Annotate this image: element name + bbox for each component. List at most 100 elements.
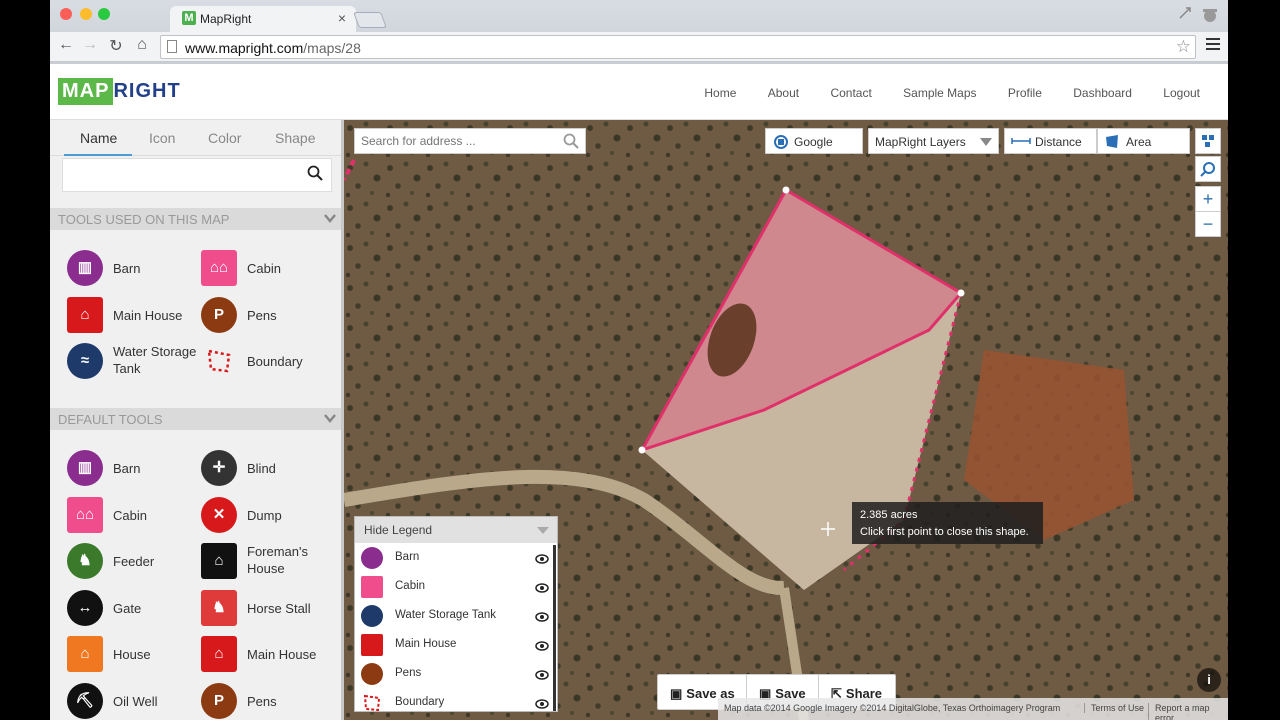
browser-menu-icon[interactable] (1206, 38, 1220, 52)
tool-dump[interactable]: ✕ Dump (201, 495, 341, 535)
address-search-input[interactable] (355, 129, 555, 153)
tool-label: Blind (247, 461, 276, 476)
blind-icon: ✛ (201, 450, 237, 486)
cabin-icon (361, 576, 383, 598)
nav-dashboard[interactable]: Dashboard (1073, 86, 1132, 100)
area-tool-button[interactable]: Area (1097, 128, 1190, 154)
tool-boundary[interactable]: Boundary (201, 341, 341, 381)
tool-label: Oil Well (113, 693, 158, 709)
legend-item: Cabin (355, 572, 557, 601)
zoom-search-button[interactable] (1195, 156, 1221, 182)
eye-icon[interactable] (535, 609, 549, 627)
nav-contact[interactable]: Contact (830, 86, 871, 100)
active-tab-indicator (64, 154, 132, 156)
area-label: Area (1126, 135, 1152, 149)
fullscreen-icon[interactable] (1178, 6, 1192, 20)
map-type-button[interactable] (1195, 128, 1221, 154)
section-default-tools[interactable]: DEFAULT TOOLS (50, 408, 341, 430)
mapright-logo[interactable]: MAP RIGHT (58, 78, 181, 105)
tool-label: Barn (113, 461, 141, 476)
legend-label: Pens (395, 667, 422, 679)
incognito-icon (1203, 9, 1217, 22)
tool-foreman-s-house[interactable]: ⌂ Foreman's House (201, 541, 341, 581)
tools-sidebar: Name Icon Color Shape TOOLS USED ON THIS… (50, 120, 344, 720)
home-icon[interactable]: ⌂ (132, 36, 152, 54)
tool-water-storage-tank[interactable]: ≈ Water Storage Tank (67, 341, 207, 381)
tool-house[interactable]: ⌂ House (67, 634, 207, 674)
back-icon[interactable]: ← (56, 36, 76, 54)
tool-label: Cabin (113, 507, 147, 523)
tool-cabin[interactable]: ⌂⌂ Cabin (201, 248, 341, 288)
chevron-down-icon[interactable] (324, 412, 336, 424)
tool-search-input[interactable] (62, 158, 332, 192)
boundary-icon (361, 692, 383, 711)
address-search[interactable] (354, 128, 586, 154)
eye-icon[interactable] (535, 638, 549, 656)
distance-label: Distance (1035, 135, 1082, 149)
legend-scrollbar[interactable] (553, 545, 556, 711)
screen: M MapRight × ← → ↻ ⌂ www.mapright.com/ma… (0, 0, 1280, 720)
browser-tab[interactable]: M MapRight × (170, 6, 356, 32)
hide-legend-label: Hide Legend (364, 523, 433, 537)
close-window-button[interactable] (60, 8, 72, 20)
minimize-window-button[interactable] (80, 8, 92, 20)
satellite-map[interactable]: Google MapRight Layers Distance Area + −… (344, 120, 1228, 720)
eye-icon[interactable] (535, 667, 549, 685)
bookmark-star-icon[interactable]: ☆ (1176, 37, 1191, 57)
chevron-down-icon[interactable] (324, 212, 336, 224)
tab-close-icon[interactable]: × (338, 10, 346, 26)
search-icon[interactable] (563, 133, 579, 149)
tool-blind[interactable]: ✛ Blind (201, 448, 341, 488)
zoom-out-button[interactable]: − (1195, 211, 1221, 237)
legend-list: Barn Cabin Water Storage Tank Main House Pen… (355, 543, 557, 711)
section-title: TOOLS USED ON THIS MAP (58, 212, 230, 227)
water-tank-icon: ≈ (67, 343, 103, 379)
section-tools-used[interactable]: TOOLS USED ON THIS MAP (50, 208, 341, 230)
info-button[interactable]: i (1197, 668, 1221, 692)
tool-label: Feeder (113, 554, 155, 569)
distance-tool-button[interactable]: Distance (1004, 128, 1097, 154)
google-layer-button[interactable]: Google (765, 128, 863, 154)
mapright-layers-dropdown[interactable]: MapRight Layers (868, 128, 999, 154)
tab-color[interactable]: Color (208, 130, 241, 146)
legend-label: Barn (395, 551, 420, 563)
tab-icon[interactable]: Icon (149, 130, 175, 146)
tool-feeder[interactable]: ♞ Feeder (67, 541, 207, 581)
report-error-link[interactable]: Report a map error (1148, 703, 1228, 720)
tool-main-house[interactable]: ⌂ Main House (201, 634, 341, 674)
favicon-icon: M (182, 11, 196, 25)
nav-home[interactable]: Home (704, 86, 736, 100)
tooltip-hint: Click first point to close this shape. (860, 526, 1029, 538)
nav-sample-maps[interactable]: Sample Maps (903, 86, 976, 100)
nav-profile[interactable]: Profile (1008, 86, 1042, 100)
eye-icon[interactable] (535, 696, 549, 711)
forward-icon[interactable]: → (80, 36, 100, 54)
reload-icon[interactable]: ↻ (106, 36, 126, 56)
tab-name[interactable]: Name (80, 130, 117, 146)
nav-logout[interactable]: Logout (1163, 86, 1200, 100)
hide-legend-button[interactable]: Hide Legend (355, 517, 557, 543)
tool-barn[interactable]: ▥ Barn (67, 448, 207, 488)
terms-link[interactable]: Terms of Use (1084, 703, 1144, 713)
tool-cabin[interactable]: ⌂⌂ Cabin (67, 495, 207, 535)
tool-pens[interactable]: P Pens (201, 681, 341, 720)
tool-pens[interactable]: P Pens (201, 295, 341, 335)
tab-shape[interactable]: Shape (275, 130, 315, 146)
tool-label: House (113, 647, 151, 662)
zoom-in-button[interactable]: + (1195, 186, 1221, 212)
eye-icon[interactable] (535, 580, 549, 598)
search-icon[interactable] (307, 165, 323, 181)
tool-barn[interactable]: ▥ Barn (67, 248, 207, 288)
nav-about[interactable]: About (768, 86, 799, 100)
tool-label: Main House (113, 307, 183, 323)
tool-main-house[interactable]: ⌂ Main House (67, 295, 207, 335)
eye-icon[interactable] (535, 551, 549, 569)
new-tab-button[interactable] (353, 12, 387, 28)
address-bar[interactable]: www.mapright.com/maps/28 ☆ (160, 35, 1196, 59)
tool-gate[interactable]: ↔ Gate (67, 588, 207, 628)
zoom-window-button[interactable] (98, 8, 110, 20)
legend-item: Pens (355, 659, 557, 688)
gate-icon: ↔ (67, 589, 103, 626)
tool-horse-stall[interactable]: ♞ Horse Stall (201, 588, 341, 628)
tool-oil-well[interactable]: ⛏ Oil Well (67, 681, 207, 720)
